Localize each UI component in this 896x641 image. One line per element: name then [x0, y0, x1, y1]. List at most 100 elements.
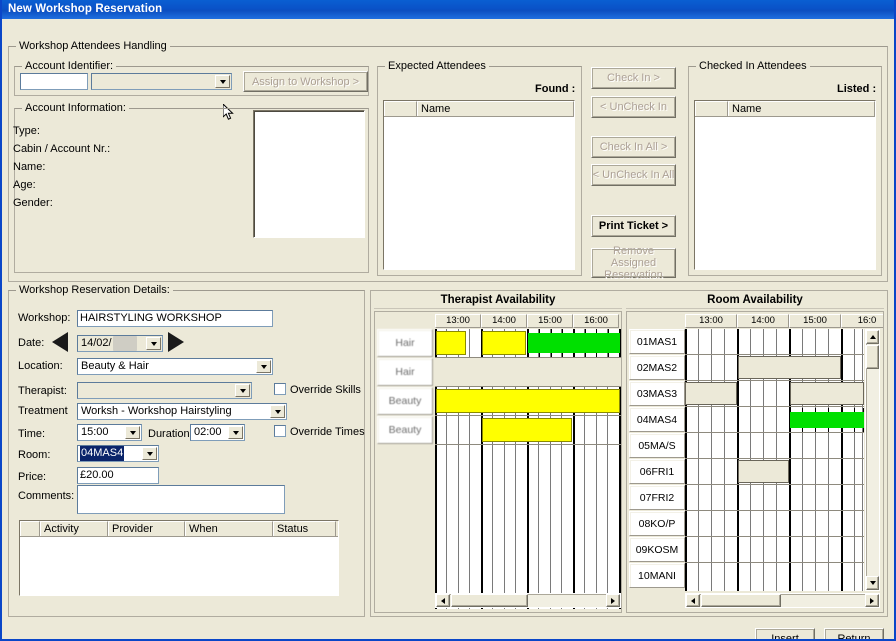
therapist-row-label-1[interactable]: Hair: [377, 358, 433, 386]
account-name-label: Name:: [13, 161, 45, 173]
room-time-header-1600: 16:0: [841, 314, 884, 328]
location-combo[interactable]: Beauty & Hair: [77, 358, 273, 375]
activity-col-when[interactable]: When: [185, 521, 273, 536]
therapist-booking-0-1400[interactable]: [482, 331, 526, 355]
chevron-down-icon[interactable]: [228, 426, 243, 439]
room-booking-05MAS-1400[interactable]: [738, 460, 789, 483]
expected-attendees-list[interactable]: Name: [383, 100, 575, 270]
checkbox-box[interactable]: [274, 425, 286, 437]
chevron-down-icon[interactable]: [215, 75, 230, 88]
therapist-row-label-3[interactable]: Beauty: [377, 416, 433, 444]
therapist-scroll-right-icon[interactable]: [606, 594, 620, 607]
room-vscroll-thumb[interactable]: [866, 345, 879, 369]
treatment-combo[interactable]: Worksh - Workshop Hairstyling: [77, 403, 287, 420]
account-id-input[interactable]: [20, 73, 88, 90]
expected-col-name[interactable]: Name: [417, 101, 574, 116]
check-in-all-button[interactable]: Check In All >: [591, 136, 676, 158]
activity-col-provider[interactable]: Provider: [108, 521, 185, 536]
room-scroll-down-icon[interactable]: [866, 576, 879, 590]
activity-table-body[interactable]: [20, 537, 338, 596]
checked-in-col-0[interactable]: [695, 101, 728, 116]
chevron-down-icon[interactable]: [125, 426, 140, 439]
therapist-booking-0-1500-selected[interactable]: [528, 333, 620, 353]
uncheck-in-button[interactable]: < UnCheck In: [591, 96, 676, 118]
therapist-booking-3-1400[interactable]: [482, 418, 572, 442]
room-hscroll-thumb[interactable]: [701, 594, 781, 607]
room-scroll-up-icon[interactable]: [866, 330, 879, 344]
price-input[interactable]: £20.00: [77, 467, 159, 484]
room-booking-02MAS2-1400[interactable]: [738, 356, 841, 379]
workshop-input[interactable]: HAIRSTYLING WORKSHOP: [77, 310, 273, 327]
date-next-arrow-icon[interactable]: [168, 332, 184, 352]
room-scroll-left-icon[interactable]: [686, 594, 700, 607]
override-skills-checkbox[interactable]: Override Skills: [274, 383, 361, 396]
checked-in-attendees-body[interactable]: [695, 117, 875, 270]
therapist-booking-0-1300[interactable]: [436, 331, 466, 355]
therapist-booking-2-full[interactable]: [436, 389, 620, 413]
uncheck-in-all-button[interactable]: < UnCheck In All: [591, 164, 676, 186]
checked-in-attendees-header: Name: [695, 101, 875, 117]
room-row-label-01MAS1[interactable]: 01MAS1: [629, 329, 685, 354]
room-hscrollbar[interactable]: [685, 593, 880, 608]
room-row-label-02MAS2[interactable]: 02MAS2: [629, 355, 685, 380]
return-button[interactable]: Return: [824, 628, 884, 641]
room-row-label-03MAS3[interactable]: 03MAS3: [629, 381, 685, 406]
therapist-hscroll-thumb[interactable]: [451, 594, 528, 607]
room-row-label-07FRI2[interactable]: 07FRI2: [629, 485, 685, 510]
therapist-scroll-left-icon[interactable]: [436, 594, 450, 607]
time-combo[interactable]: 15:00: [77, 424, 142, 441]
room-row-label-06FRI1[interactable]: 06FRI1: [629, 459, 685, 484]
account-gender-label: Gender:: [13, 197, 53, 209]
therapist-row-label-0[interactable]: Hair: [377, 329, 433, 357]
date-prev-arrow-icon[interactable]: [52, 332, 68, 352]
expected-attendees-header: Name: [384, 101, 574, 117]
assign-to-workshop-button[interactable]: Assign to Workshop >: [243, 71, 368, 92]
chevron-down-icon[interactable]: [235, 384, 250, 397]
print-ticket-button[interactable]: Print Ticket >: [591, 215, 676, 237]
room-scroll-right-icon[interactable]: [865, 594, 879, 607]
room-combo[interactable]: 04MAS4: [77, 445, 159, 462]
activity-table[interactable]: Activity Provider When Status: [19, 520, 339, 596]
therapist-grid-canvas[interactable]: [435, 329, 621, 609]
room-row-label-09KOSM[interactable]: 09KOSM: [629, 537, 685, 562]
checked-in-attendees-list[interactable]: Name: [694, 100, 876, 270]
room-booking-03MAS3-1245[interactable]: [685, 382, 737, 405]
override-times-checkbox[interactable]: Override Times: [274, 425, 365, 438]
room-booking-03MAS3-1500[interactable]: [790, 382, 864, 405]
expected-col-0[interactable]: [384, 101, 417, 116]
chevron-down-icon[interactable]: [142, 447, 157, 460]
chevron-down-icon[interactable]: [256, 360, 271, 373]
date-combo[interactable]: 14/02/0000: [77, 335, 163, 352]
therapist-selection-ticks-top: [528, 329, 620, 333]
room-row-label-10MANI[interactable]: 10MANI: [629, 563, 685, 588]
room-vscrollbar[interactable]: [865, 329, 880, 591]
insert-button[interactable]: Insert: [755, 628, 815, 641]
check-in-button[interactable]: Check In >: [591, 67, 676, 89]
comments-label: Comments:: [18, 490, 74, 502]
therapist-hscrollbar[interactable]: [435, 593, 621, 608]
room-grid-canvas[interactable]: [685, 329, 864, 591]
duration-combo[interactable]: 02:00: [190, 424, 245, 441]
room-time-header-1500: 15:00: [789, 314, 841, 328]
therapist-combo[interactable]: [77, 382, 252, 399]
room-row-label-08KOP[interactable]: 08KO/P: [629, 511, 685, 536]
activity-col-activity[interactable]: Activity: [40, 521, 108, 536]
window-title: New Workshop Reservation: [8, 3, 162, 15]
room-row-label-05MAS[interactable]: 05MA/S: [629, 433, 685, 458]
activity-col-status[interactable]: Status: [273, 521, 336, 536]
checked-in-col-name[interactable]: Name: [728, 101, 875, 116]
therapist-availability-grid: 13:00 14:00 15:00 16:00 Hair Hair Beauty…: [374, 311, 622, 613]
therapist-row-label-2[interactable]: Beauty: [377, 387, 433, 415]
account-name-combo[interactable]: [91, 73, 232, 90]
checked-in-listed-label: Listed :: [837, 83, 876, 95]
comments-input[interactable]: [77, 485, 285, 514]
chevron-down-icon[interactable]: [146, 337, 161, 350]
expected-attendees-body[interactable]: [384, 117, 574, 270]
time-label: Time:: [18, 428, 45, 440]
activity-col-0[interactable]: [20, 521, 40, 536]
checkbox-box[interactable]: [274, 383, 286, 395]
chevron-down-icon[interactable]: [270, 405, 285, 418]
room-row-label-04MAS4[interactable]: 04MAS4: [629, 407, 685, 432]
room-booking-04MAS4-selected[interactable]: [790, 412, 864, 428]
remove-assigned-reservation-button[interactable]: Remove Assigned Reservation: [591, 248, 676, 278]
